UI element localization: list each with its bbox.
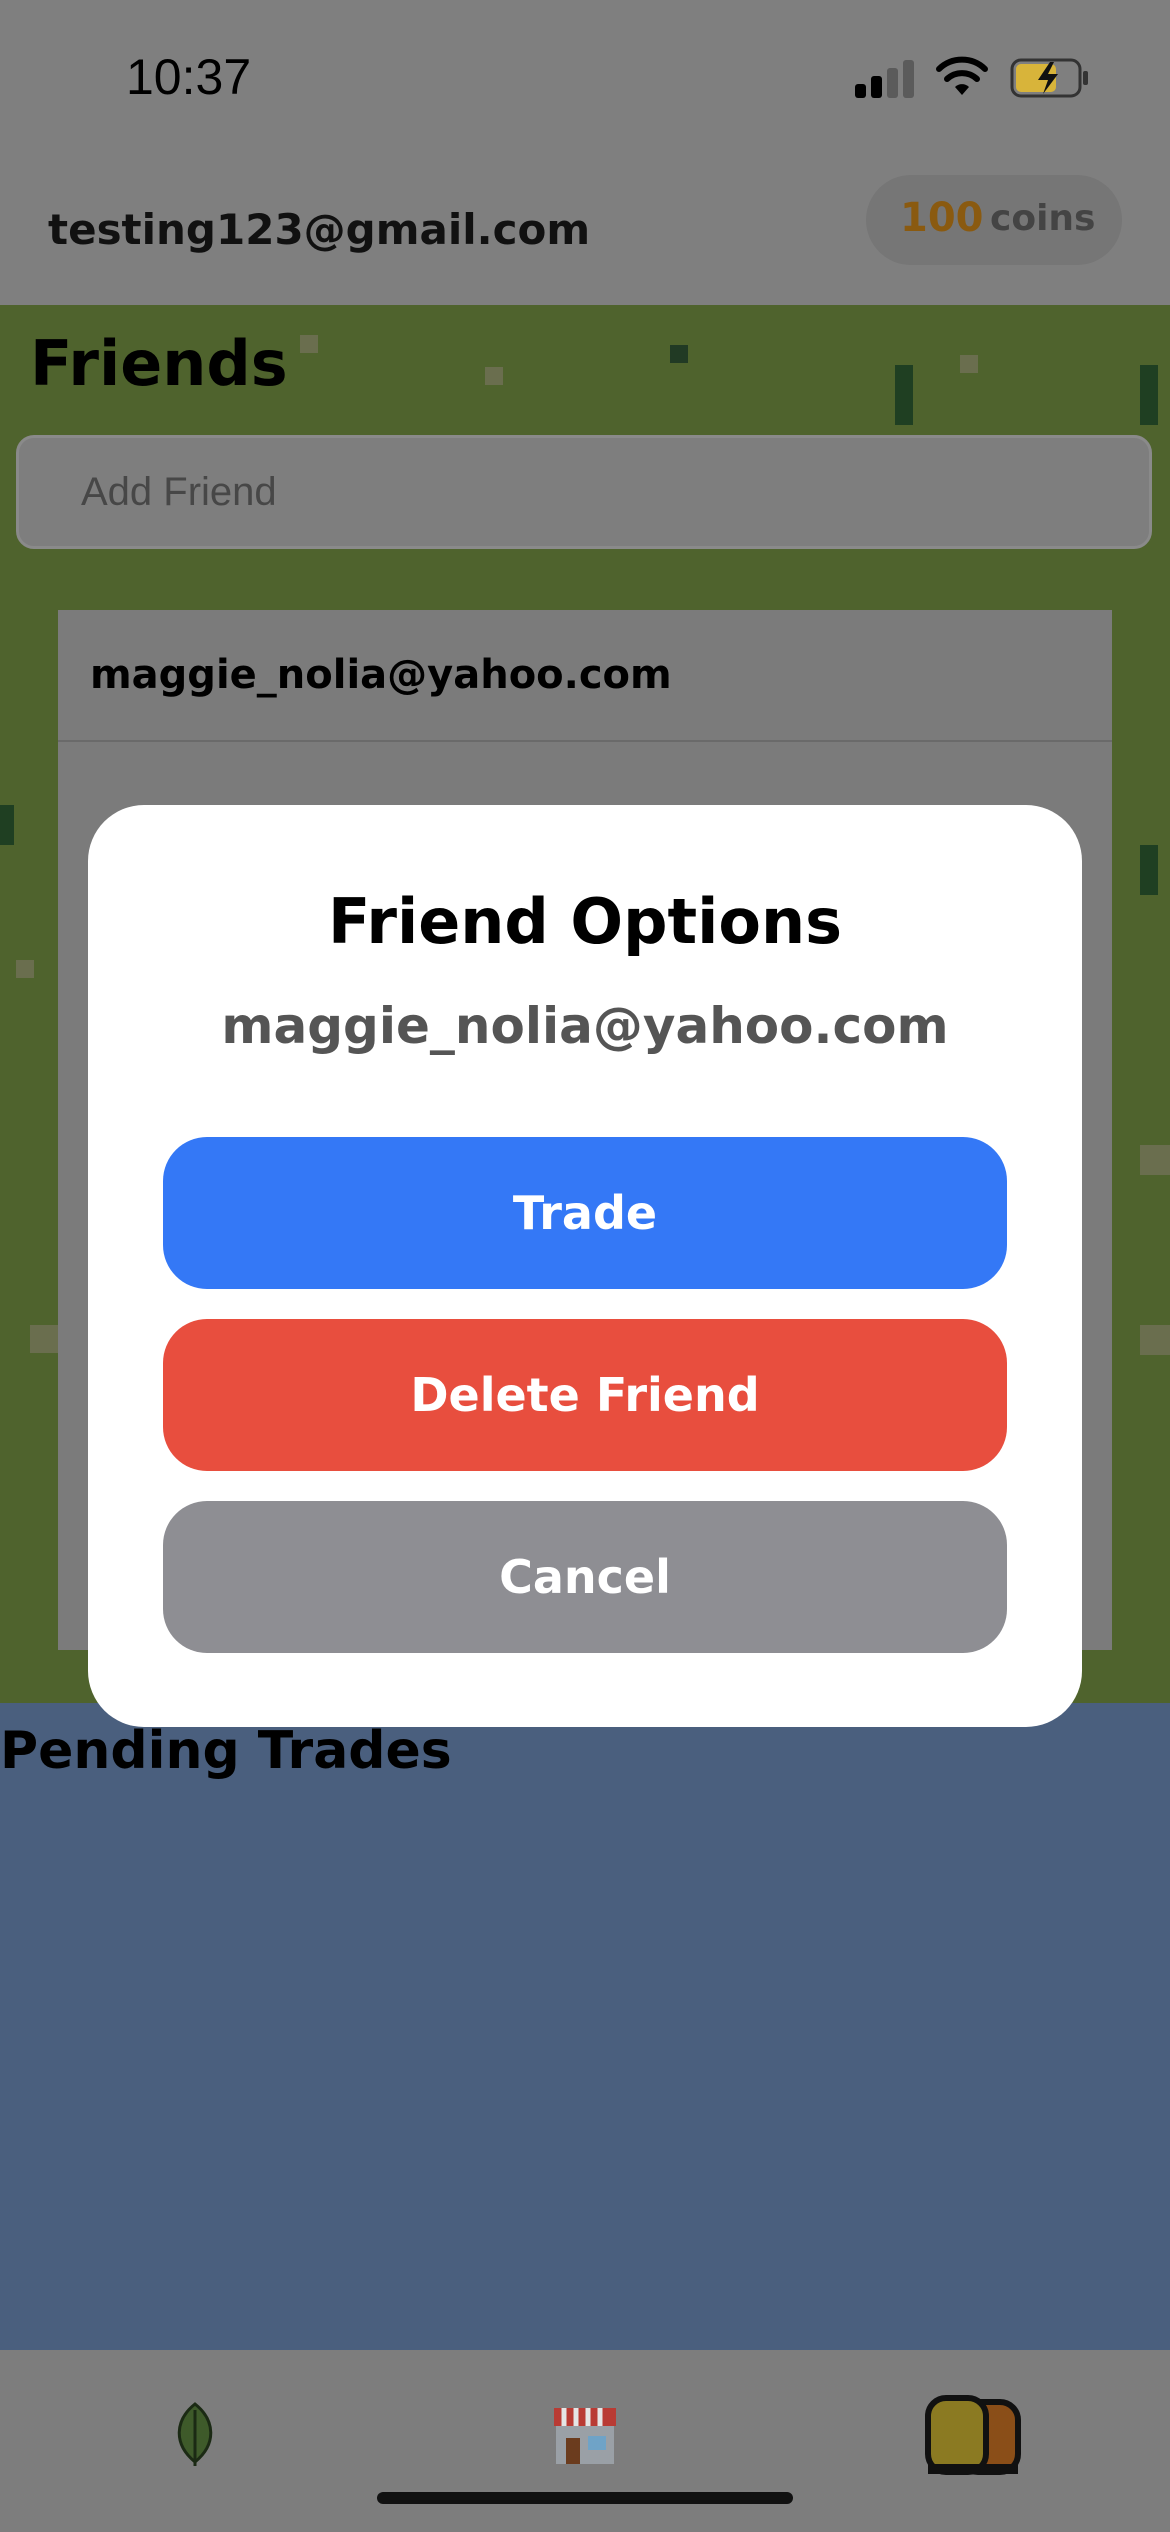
pending-trades-title: Pending Trades: [0, 1721, 452, 1781]
friends-icon: [925, 2395, 1021, 2475]
modal-friend-email: maggie_nolia@yahoo.com: [221, 997, 949, 1055]
friend-email: maggie_nolia@yahoo.com: [90, 652, 672, 698]
coins-amount: 100: [900, 195, 984, 241]
coins-label: coins: [990, 198, 1096, 239]
add-friend-input[interactable]: [19, 438, 1149, 546]
signal-icon: [855, 58, 915, 98]
tab-friends[interactable]: [920, 2390, 1040, 2480]
shop-icon: [554, 2408, 616, 2464]
modal-title: Friend Options: [328, 885, 842, 958]
user-email: testing123@gmail.com: [48, 205, 591, 254]
tab-bar: [0, 2350, 1170, 2532]
app-header: testing123@gmail.com 100 coins: [0, 150, 1170, 305]
coins-badge: 100 coins: [866, 175, 1122, 265]
tab-garden[interactable]: [140, 2390, 250, 2480]
delete-friend-button[interactable]: Delete Friend: [163, 1319, 1007, 1471]
battery-icon: [1010, 58, 1088, 98]
friends-title: Friends: [30, 327, 288, 400]
trade-button[interactable]: Trade: [163, 1137, 1007, 1289]
leaf-icon: [177, 2402, 213, 2466]
add-friend-field[interactable]: [16, 435, 1152, 549]
status-time: 10:37: [126, 49, 252, 105]
tab-shop[interactable]: [530, 2390, 640, 2480]
wifi-icon: [936, 56, 988, 95]
list-item[interactable]: maggie_nolia@yahoo.com: [58, 610, 1112, 742]
friend-options-modal: Friend Options maggie_nolia@yahoo.com Tr…: [88, 805, 1082, 1727]
pending-trades-section: Pending Trades: [0, 1703, 1170, 2350]
home-indicator: [377, 2492, 793, 2504]
status-bar: 10:37: [0, 0, 1170, 150]
cancel-button[interactable]: Cancel: [163, 1501, 1007, 1653]
